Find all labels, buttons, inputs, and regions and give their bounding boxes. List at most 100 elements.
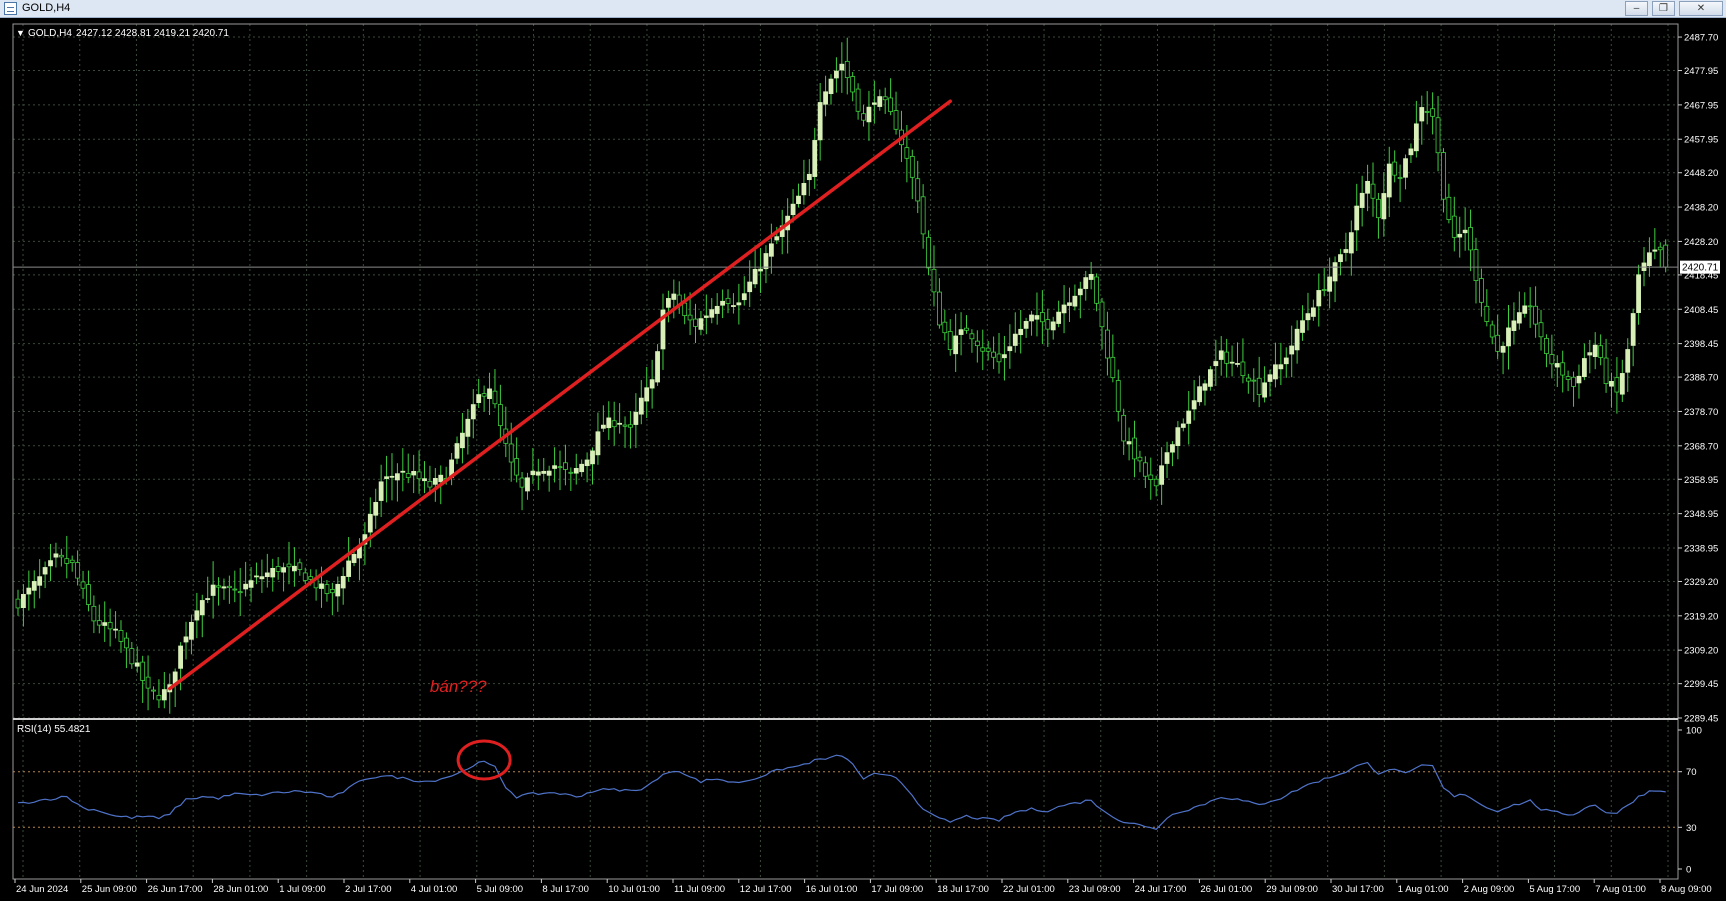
candle-body xyxy=(1213,361,1219,367)
candle-body xyxy=(1544,337,1549,354)
candle-body xyxy=(151,689,156,692)
candle-body xyxy=(1278,364,1284,370)
candle-body xyxy=(1208,369,1213,387)
candle-body xyxy=(801,183,807,196)
candle-body xyxy=(525,477,530,492)
candle-body xyxy=(1007,346,1013,352)
candle-body xyxy=(817,102,823,141)
candle-body xyxy=(129,648,135,665)
candle-body xyxy=(644,387,650,402)
candle-body xyxy=(1327,276,1333,292)
candle-body xyxy=(373,502,379,516)
candle-body xyxy=(953,335,959,355)
candle-body xyxy=(205,598,211,600)
candle-body xyxy=(64,558,70,564)
time-axis-label: 28 Jun 01:00 xyxy=(213,884,268,895)
close-button[interactable]: ✕ xyxy=(1679,1,1723,16)
candle-body xyxy=(1652,249,1658,252)
annotation-ban[interactable]: bán??? xyxy=(430,677,487,696)
candle-body xyxy=(1056,311,1062,324)
candle-body xyxy=(996,353,1002,363)
candle-body xyxy=(687,314,693,321)
candle-body xyxy=(888,97,894,112)
candle-body xyxy=(1598,345,1604,358)
candle-body xyxy=(693,318,698,327)
candle-body xyxy=(855,88,861,112)
candle-body xyxy=(1175,427,1181,446)
candle-body xyxy=(26,587,32,595)
time-axis-label: 7 Aug 01:00 xyxy=(1595,884,1646,895)
candle-body xyxy=(1002,354,1007,359)
candle-body xyxy=(216,585,221,588)
candle-body xyxy=(1039,312,1045,323)
candle-body xyxy=(80,581,86,589)
candle-body xyxy=(969,333,975,340)
candle-body xyxy=(1354,205,1360,231)
candle-body xyxy=(31,581,37,591)
candle-body xyxy=(470,404,476,420)
candle-body xyxy=(302,572,308,581)
candle-body xyxy=(1029,314,1034,322)
restore-button[interactable]: ❐ xyxy=(1652,1,1675,16)
candle-body xyxy=(1061,304,1067,314)
candle-body xyxy=(416,471,422,480)
candle-body xyxy=(606,417,612,429)
candle-body xyxy=(1609,381,1614,387)
candle-body xyxy=(1023,321,1029,329)
candle-body xyxy=(1619,373,1625,395)
time-axis-label: 16 Jul 01:00 xyxy=(806,884,858,895)
time-axis-label: 18 Jul 17:00 xyxy=(937,884,989,895)
price-chart-svg[interactable]: bán??? 2487.70 2477.95 2467.95 2457.95 2448.… xyxy=(0,18,1726,896)
candle-body xyxy=(53,553,59,558)
candle-body xyxy=(1430,108,1436,117)
candle-body xyxy=(48,560,53,567)
candle-body xyxy=(861,113,866,121)
price-axis-label: 2388.70 xyxy=(1684,373,1718,384)
candle-body xyxy=(655,351,660,383)
candle-body xyxy=(1413,123,1419,152)
candle-body xyxy=(1018,328,1024,336)
time-axis-label: 4 Jul 01:00 xyxy=(411,884,457,895)
candle-body xyxy=(1316,290,1322,307)
candle-body xyxy=(752,268,758,285)
chart-header-arrow[interactable]: ▼ xyxy=(16,28,25,38)
candle-body xyxy=(1338,254,1343,263)
candle-body xyxy=(270,568,276,578)
candle-body xyxy=(1300,320,1305,333)
chart-area[interactable]: bán??? 2487.70 2477.95 2467.95 2457.95 2448.… xyxy=(0,18,1726,896)
candle-body xyxy=(232,588,238,591)
candle-body xyxy=(1479,278,1484,303)
candle-body xyxy=(438,474,444,483)
candle-body xyxy=(1408,148,1414,156)
candle-body xyxy=(1348,232,1354,254)
candle-body xyxy=(904,147,910,159)
candle-body xyxy=(568,471,574,474)
candle-body xyxy=(1267,374,1273,382)
candle-body xyxy=(411,470,417,476)
time-axis-label: 1 Jul 09:00 xyxy=(279,884,325,895)
candle-body xyxy=(909,156,915,178)
candle-body xyxy=(86,584,91,605)
candle-body xyxy=(1045,319,1051,330)
candle-body xyxy=(96,620,102,626)
candle-body xyxy=(378,481,384,501)
candle-body xyxy=(1663,244,1669,268)
candle-body xyxy=(709,309,715,318)
candle-body xyxy=(1625,349,1631,373)
candle-body xyxy=(1424,111,1430,113)
candle-body xyxy=(1034,315,1040,320)
candle-body xyxy=(259,576,265,580)
candle-body xyxy=(1647,252,1652,267)
candle-body xyxy=(579,463,585,473)
candle-body xyxy=(497,404,503,427)
price-axis-label: 2398.45 xyxy=(1684,339,1718,350)
candle-body xyxy=(264,572,270,578)
candle-body xyxy=(1451,215,1457,238)
candle-body xyxy=(541,470,547,474)
candle-body xyxy=(1153,478,1159,487)
candle-body xyxy=(622,424,628,427)
candle-body xyxy=(1343,249,1349,253)
candle-body xyxy=(69,559,75,564)
candle-body xyxy=(329,589,335,594)
minimize-button[interactable]: – xyxy=(1625,1,1648,16)
